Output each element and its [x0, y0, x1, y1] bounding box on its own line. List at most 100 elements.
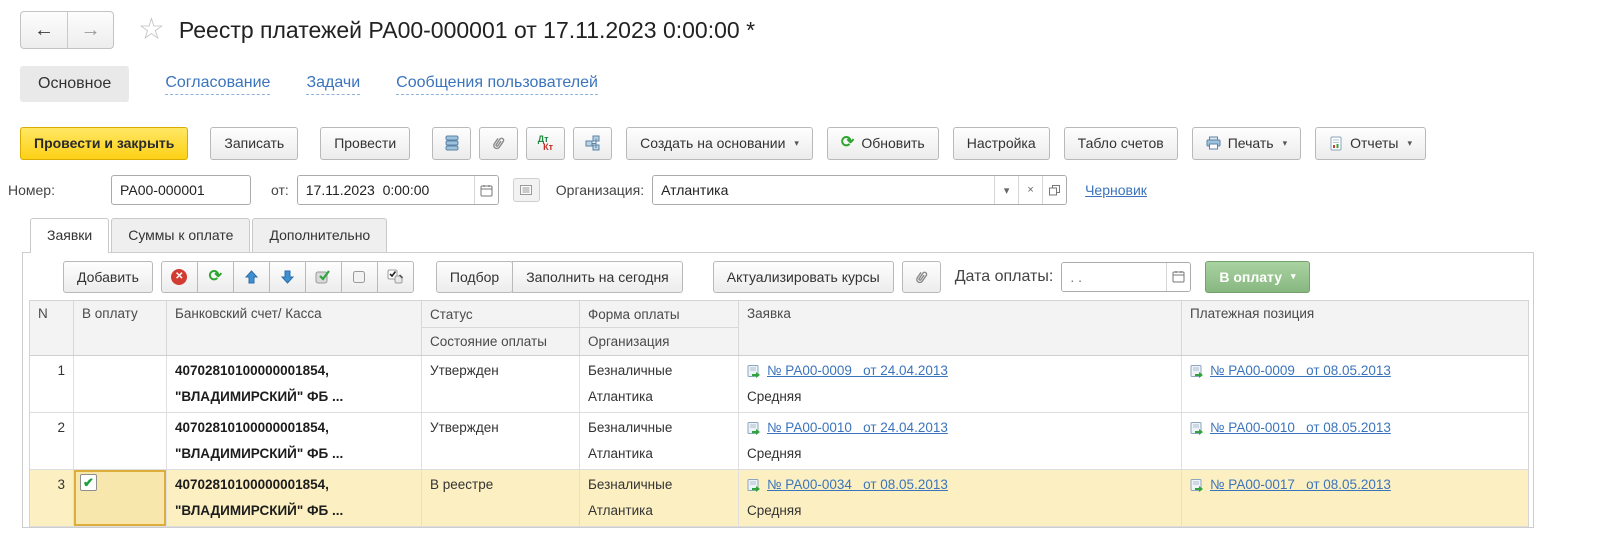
bank-account-cell: 40702810100000001854, "ВЛАДИМИРСКИЙ" ФБ …: [167, 356, 422, 412]
table-header: N В оплату Банковский счет/ Касса Статус…: [30, 301, 1528, 356]
attachments-table-button[interactable]: [902, 261, 941, 293]
report-icon: [1329, 136, 1343, 151]
move-up-button[interactable]: [233, 261, 270, 293]
move-down-button[interactable]: [269, 261, 306, 293]
table-row[interactable]: 3 ✔ 40702810100000001854, "ВЛАДИМИРСКИЙ"…: [30, 470, 1528, 527]
post-button[interactable]: Провести: [320, 127, 410, 160]
pick-button[interactable]: Подбор: [436, 261, 513, 293]
document-icon: [747, 365, 761, 378]
nav-link-user-messages[interactable]: Сообщения пользователей: [396, 74, 598, 95]
dropdown-icon[interactable]: ▾: [994, 176, 1018, 204]
debit-credit-icon: ДтКт: [538, 135, 554, 151]
request-link[interactable]: № РА00-0034 от 08.05.2013: [747, 472, 948, 498]
pay-form-cell: Безналичные Атлантика: [580, 413, 739, 469]
col-header-pay-form-label: Форма оплаты: [580, 301, 738, 328]
reports-button[interactable]: Отчеты ▾: [1315, 127, 1426, 160]
calendar-icon[interactable]: [474, 176, 498, 204]
date-input[interactable]: [298, 176, 474, 204]
to-pay-cell[interactable]: [74, 413, 167, 469]
table-body: 1 40702810100000001854, "ВЛАДИМИРСКИЙ" Ф…: [30, 356, 1528, 527]
back-button[interactable]: ←: [21, 12, 67, 48]
col-header-n[interactable]: N: [30, 301, 74, 355]
delete-row-button[interactable]: ✕: [161, 261, 198, 293]
table-row[interactable]: 1 40702810100000001854, "ВЛАДИМИРСКИЙ" Ф…: [30, 356, 1528, 413]
document-icon: [747, 422, 761, 435]
set-flags-icon: [315, 269, 331, 284]
nav-tab-main[interactable]: Основное: [20, 66, 129, 102]
tab-additional[interactable]: Дополнительно: [252, 218, 387, 252]
structure-icon: [585, 135, 601, 151]
status-cell: Утвержден: [422, 356, 580, 412]
to-pay-checkbox[interactable]: ✔: [80, 474, 97, 491]
save-button[interactable]: Записать: [210, 127, 298, 160]
col-header-request[interactable]: Заявка: [739, 301, 1182, 355]
history-menu-icon[interactable]: [513, 178, 540, 202]
accounts-board-button[interactable]: Табло счетов: [1064, 127, 1178, 160]
col-header-account[interactable]: Банковский счет/ Касса: [167, 301, 422, 355]
bank-account-cell: 40702810100000001854, "ВЛАДИМИРСКИЙ" ФБ …: [167, 470, 422, 526]
favorite-star-icon[interactable]: ☆: [138, 15, 165, 45]
position-link[interactable]: № РА00-0009 от 08.05.2013: [1190, 358, 1391, 384]
table-row[interactable]: 2 40702810100000001854, "ВЛАДИМИРСКИЙ" Ф…: [30, 413, 1528, 470]
set-flags-button[interactable]: [305, 261, 342, 293]
position-link[interactable]: № РА00-0010 от 08.05.2013: [1190, 415, 1391, 441]
refresh-button[interactable]: ⟳ Обновить: [827, 127, 939, 160]
request-link[interactable]: № РА00-0009 от 24.04.2013: [747, 358, 948, 384]
to-payment-button[interactable]: В оплату ▾: [1205, 261, 1309, 293]
attachments-button[interactable]: [479, 127, 518, 160]
position-cell: № РА00-0010 от 08.05.2013: [1182, 413, 1528, 469]
col-header-pay-form[interactable]: Форма оплаты Организация: [580, 301, 739, 355]
to-payment-label: В оплату: [1219, 269, 1282, 285]
to-pay-cell[interactable]: [74, 356, 167, 412]
number-input[interactable]: [111, 175, 251, 205]
paperclip-icon: [491, 135, 506, 151]
tab-requests[interactable]: Заявки: [30, 218, 109, 252]
col-header-status[interactable]: Статус Состояние оплаты: [422, 301, 580, 355]
table-toolbar: Добавить ✕ ⟳ Подбор Заполнить на сегодня: [23, 253, 1533, 300]
debit-credit-button[interactable]: ДтКт: [526, 127, 565, 160]
settings-button[interactable]: Настройка: [953, 127, 1050, 160]
nav-link-approval[interactable]: Согласование: [165, 74, 270, 95]
organization-input[interactable]: [653, 176, 994, 204]
to-pay-cell[interactable]: ✔: [74, 470, 167, 526]
status-cell: В реестре: [422, 470, 580, 526]
related-documents-button[interactable]: [573, 127, 612, 160]
post-and-close-button[interactable]: Провести и закрыть: [20, 127, 188, 160]
request-cell: № РА00-0010 от 24.04.2013 Средняя: [739, 413, 1182, 469]
titlebar: ← → ☆ Реестр платежей РА00-000001 от 17.…: [20, 10, 1600, 50]
fill-today-button[interactable]: Заполнить на сегодня: [512, 261, 683, 293]
pay-date-input[interactable]: [1062, 263, 1166, 291]
refresh-table-button[interactable]: ⟳: [197, 261, 234, 293]
create-based-on-button[interactable]: Создать на основании ▾: [626, 127, 813, 160]
col-header-to-pay[interactable]: В оплату: [74, 301, 167, 355]
create-based-on-label: Создать на основании: [640, 135, 785, 151]
refresh-label: Обновить: [861, 135, 924, 151]
calendar-icon[interactable]: [1166, 263, 1190, 291]
col-header-position[interactable]: Платежная позиция: [1182, 301, 1528, 355]
forward-button[interactable]: →: [67, 12, 113, 48]
request-link[interactable]: № РА00-0010 от 24.04.2013: [747, 415, 948, 441]
requests-table: N В оплату Банковский счет/ Касса Статус…: [29, 300, 1529, 527]
page-title: Реестр платежей РА00-000001 от 17.11.202…: [179, 17, 755, 44]
pay-date-field-group: [1061, 262, 1191, 292]
position-cell: № РА00-0009 от 08.05.2013: [1182, 356, 1528, 412]
invert-flags-button[interactable]: [377, 261, 414, 293]
row-number-cell: 2: [30, 413, 74, 469]
position-link[interactable]: № РА00-0017 от 08.05.2013: [1190, 472, 1391, 498]
open-item-icon[interactable]: [1042, 176, 1066, 204]
document-icon: [1190, 422, 1204, 435]
update-rates-button[interactable]: Актуализировать курсы: [713, 261, 894, 293]
clear-icon[interactable]: ×: [1018, 176, 1042, 204]
chevron-down-icon: ▾: [1283, 138, 1288, 149]
add-row-button[interactable]: Добавить: [63, 261, 153, 293]
draft-state-link[interactable]: Черновик: [1085, 182, 1147, 198]
document-icon: [747, 479, 761, 492]
register-records-button[interactable]: [432, 127, 471, 160]
tab-amounts[interactable]: Суммы к оплате: [111, 218, 250, 252]
print-label: Печать: [1228, 135, 1274, 151]
print-button[interactable]: Печать ▾: [1192, 127, 1301, 160]
detail-tabs: Заявки Суммы к оплате Дополнительно: [30, 218, 1600, 252]
date-label: от:: [271, 182, 289, 198]
clear-flags-button[interactable]: [341, 261, 378, 293]
nav-link-tasks[interactable]: Задачи: [306, 74, 360, 95]
